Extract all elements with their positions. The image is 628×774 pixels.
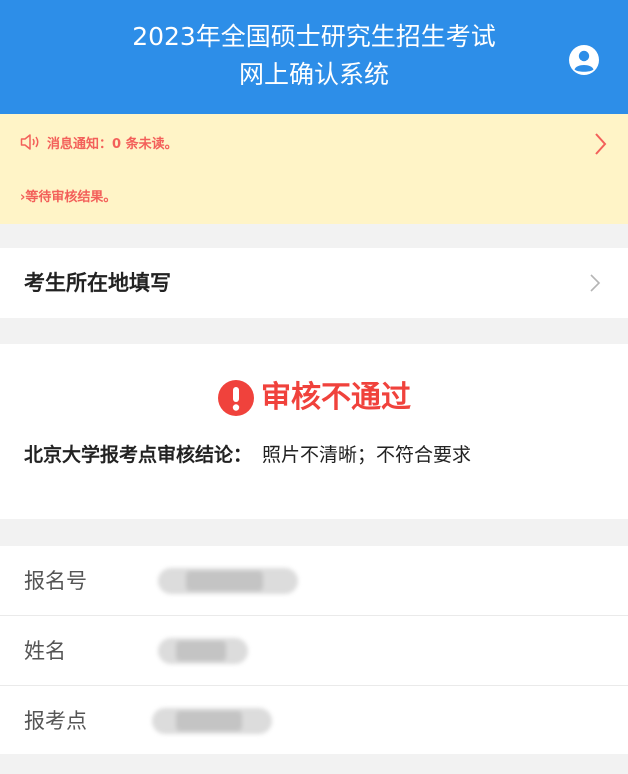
redacted-value — [158, 638, 248, 664]
user-circle-icon[interactable] — [568, 44, 600, 76]
message-notice-text: 消息通知：0 条未读。 — [47, 136, 178, 152]
page-title-line2: 网上确认系统 — [238, 60, 389, 89]
redacted-value — [152, 708, 272, 734]
info-row-name: 姓名 — [0, 616, 628, 686]
notice-bar[interactable]: 消息通知：0 条未读。 ›等待审核结果。 — [0, 114, 628, 224]
app-header: 2023年全国硕士研究生招生考试 网上确认系统 — [0, 0, 628, 114]
page-title: 2023年全国硕士研究生招生考试 网上确认系统 — [0, 18, 628, 94]
redacted-value — [158, 568, 298, 594]
location-fill-link[interactable]: 考生所在地填写 — [0, 248, 628, 318]
speaker-icon — [20, 134, 39, 150]
chevron-right-icon[interactable] — [590, 130, 610, 158]
info-row-registration-number: 报名号 — [0, 546, 628, 616]
info-row-exam-site: 报考点 — [0, 686, 628, 755]
review-conclusion-label: 北京大学报考点审核结论： — [24, 444, 253, 466]
location-fill-label: 考生所在地填写 — [24, 271, 171, 295]
review-conclusion: 北京大学报考点审核结论： 照片不清晰；不符合要求 — [24, 442, 471, 468]
message-notice[interactable]: 消息通知：0 条未读。 — [20, 130, 178, 154]
review-conclusion-value: 照片不清晰；不符合要求 — [262, 444, 472, 466]
info-label: 姓名 — [24, 639, 66, 663]
review-status-text: 审核不通过 — [261, 380, 411, 415]
applicant-info: 报名号 姓名 报考点 — [0, 546, 628, 754]
info-label: 报考点 — [24, 709, 87, 733]
page-title-line1: 2023年全国硕士研究生招生考试 — [132, 22, 496, 51]
review-status: 审核不通过 — [0, 378, 628, 418]
chevron-right-icon — [590, 274, 601, 292]
review-pending-status: ›等待审核结果。 — [20, 190, 117, 205]
info-label: 报名号 — [24, 569, 87, 593]
alert-circle-icon — [218, 380, 254, 416]
review-result-card: 审核不通过 北京大学报考点审核结论： 照片不清晰；不符合要求 — [0, 344, 628, 519]
